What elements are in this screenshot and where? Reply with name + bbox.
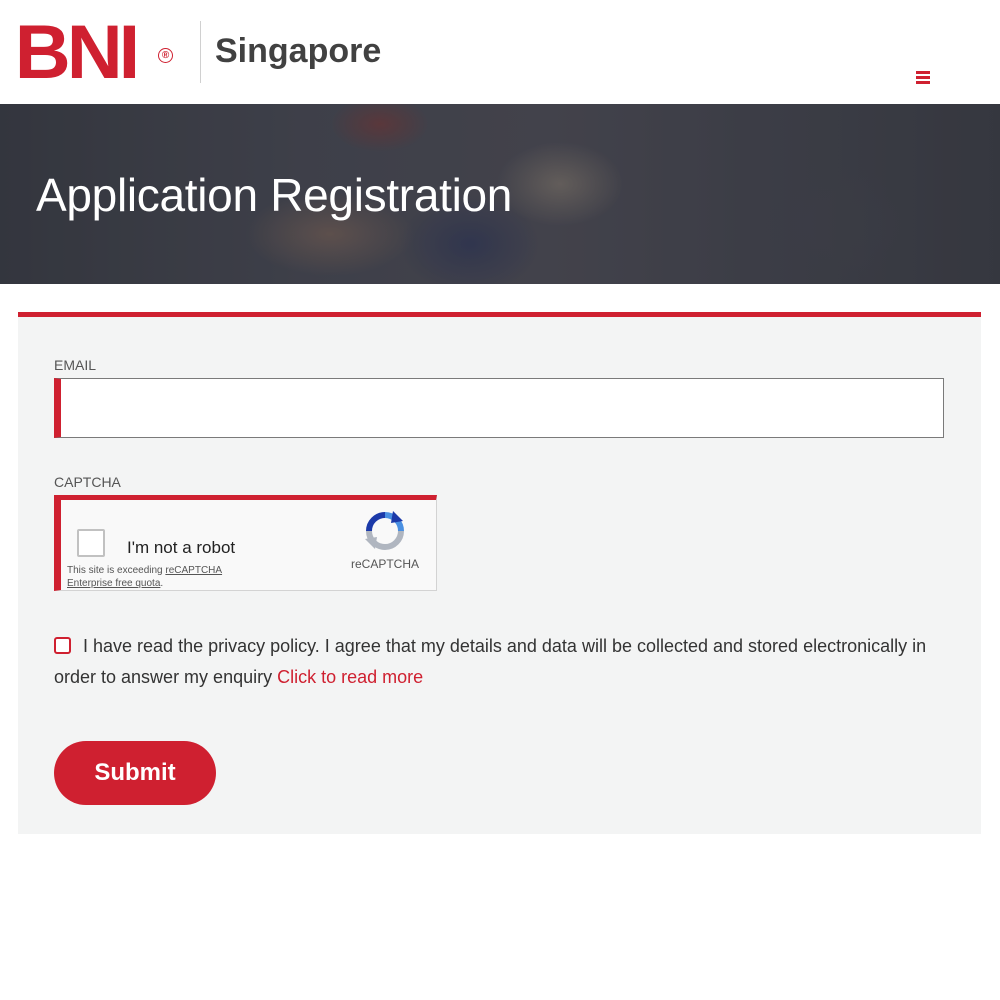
menu-bar [916, 71, 930, 74]
quota-note-prefix: This site is exceeding [67, 565, 166, 576]
read-more-link[interactable]: Click to read more [277, 667, 423, 687]
registration-form: EMAIL CAPTCHA I'm not a robot This site … [18, 312, 981, 834]
site-header: BNI ® Singapore [0, 0, 1000, 104]
menu-bar [916, 81, 930, 84]
captcha-label: CAPTCHA [54, 474, 121, 490]
privacy-consent: I have read the privacy policy. I agree … [54, 631, 934, 693]
logo-text: BNI [14, 10, 140, 95]
region-name: Singapore [215, 32, 382, 70]
header-divider [200, 21, 201, 83]
recaptcha-logo-icon [365, 511, 404, 550]
registered-mark: ® [158, 48, 173, 63]
privacy-consent-checkbox[interactable] [54, 637, 71, 654]
quota-note-suffix: . [160, 578, 164, 589]
hamburger-menu-icon[interactable] [912, 66, 934, 88]
recaptcha-brand: reCAPTCHA [351, 557, 420, 571]
email-label: EMAIL [54, 357, 97, 373]
consent-text: I have read the privacy policy. I agree … [54, 636, 927, 687]
recaptcha-widget: I'm not a robot This site is exceeding r… [54, 495, 437, 591]
email-field[interactable] [54, 378, 944, 438]
menu-bar [916, 76, 930, 79]
bni-logo[interactable]: BNI [14, 10, 140, 95]
recaptcha-checkbox[interactable] [77, 529, 105, 557]
recaptcha-quota-note: This site is exceeding reCAPTCHA Enterpr… [67, 564, 267, 590]
hero-banner: Application Registration [0, 104, 1000, 284]
recaptcha-label: I'm not a robot [127, 538, 236, 557]
submit-button[interactable]: Submit [54, 741, 216, 805]
page-title: Application Registration [36, 169, 513, 221]
